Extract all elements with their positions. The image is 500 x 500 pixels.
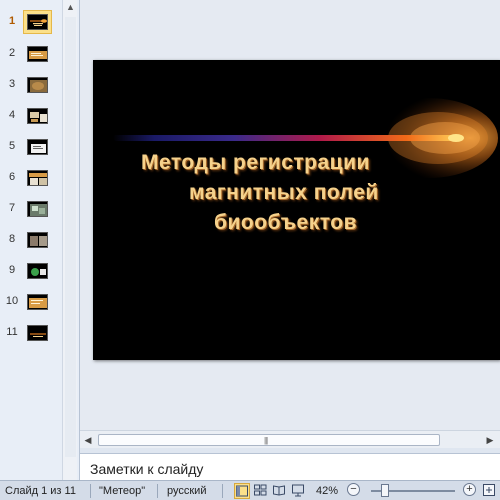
- thumbnail-image: [27, 108, 48, 124]
- zoom-slider[interactable]: [363, 483, 463, 499]
- thumbnail-number: 4: [8, 109, 16, 121]
- theme-name[interactable]: "Метеор": [99, 485, 145, 497]
- thumbnail-slide-6[interactable]: 6: [0, 164, 62, 192]
- title-line-3: биообъектов: [214, 211, 357, 234]
- zoom-handle[interactable]: [381, 484, 389, 497]
- thumbnail-image: [27, 170, 48, 186]
- slide-sorter-icon: [254, 484, 267, 496]
- thumbnail-number: 6: [8, 171, 16, 183]
- notes-pane[interactable]: Заметки к слайду: [80, 453, 500, 480]
- slide-title[interactable]: Методы регистрации магнитных полей биооб…: [131, 148, 451, 238]
- thumbnail-frame: [23, 259, 52, 283]
- zoom-out-button[interactable]: −: [347, 483, 360, 496]
- thumbnail-number: 3: [8, 78, 16, 90]
- thumbnail-slide-4[interactable]: 4: [0, 102, 62, 130]
- thumbnail-number: 10: [5, 295, 19, 307]
- thumbnail-number: 2: [8, 47, 16, 59]
- thumbnail-scrollbar[interactable]: ▲: [62, 0, 77, 480]
- thumbnail-image: [27, 201, 48, 217]
- title-line-2: магнитных полей: [189, 181, 379, 204]
- slide-thumbnail-pane: 1 2 3 4 5 6 7 8 9 10 11 ▲: [0, 0, 80, 480]
- thumbnail-frame: [23, 166, 52, 190]
- thumbnail-number: 1: [8, 15, 16, 27]
- thumbnail-image: [27, 263, 48, 279]
- thumbnail-slide-3[interactable]: 3: [0, 71, 62, 99]
- thumbnail-frame: [23, 10, 52, 34]
- thumbnail-number: 8: [8, 233, 16, 245]
- slideshow-button[interactable]: [291, 483, 307, 499]
- thumbnail-slide-7[interactable]: 7: [0, 195, 62, 223]
- slide-editor: Методы регистрации магнитных полей биооб…: [80, 0, 500, 430]
- scrollbar-thumb[interactable]: |||: [98, 434, 440, 446]
- scroll-left-icon[interactable]: ◀: [82, 434, 94, 446]
- thumbnail-number: 7: [8, 202, 16, 214]
- thumbnail-list: 1 2 3 4 5 6 7 8 9 10 11: [0, 0, 62, 480]
- zoom-level[interactable]: 42%: [316, 485, 338, 497]
- title-line-1: Методы регистрации: [141, 151, 370, 174]
- status-divider: [222, 484, 223, 498]
- thumbnail-slide-8[interactable]: 8: [0, 226, 62, 254]
- thumbnail-frame: [23, 228, 52, 252]
- thumbnail-slide-10[interactable]: 10: [0, 288, 62, 316]
- thumbnail-frame: [23, 290, 52, 314]
- reading-view-icon: [273, 485, 285, 496]
- thumbnail-image: [27, 139, 48, 155]
- thumbnail-frame: [23, 135, 52, 159]
- thumbnail-frame: [23, 104, 52, 128]
- normal-view-button[interactable]: [234, 483, 250, 499]
- thumbnail-slide-9[interactable]: 9: [0, 257, 62, 285]
- slideshow-icon: [292, 484, 304, 497]
- thumbnail-frame: [23, 42, 52, 66]
- status-divider: [157, 484, 158, 498]
- scrollbar-track[interactable]: [65, 17, 76, 457]
- slide-counter: Слайд 1 из 11: [5, 485, 76, 497]
- thumbnail-image: [27, 232, 48, 248]
- horizontal-scrollbar[interactable]: ◀ ||| ▶: [80, 430, 500, 448]
- scroll-up-icon[interactable]: ▲: [63, 0, 78, 15]
- thumbnail-frame: [23, 73, 52, 97]
- slide-canvas[interactable]: Методы регистрации магнитных полей биооб…: [93, 60, 500, 360]
- slide-sorter-button[interactable]: [253, 483, 269, 499]
- reading-view-button[interactable]: [272, 483, 288, 499]
- language-indicator[interactable]: русский: [167, 485, 206, 497]
- thumbnail-frame: [23, 321, 52, 345]
- notes-placeholder[interactable]: Заметки к слайду: [90, 461, 203, 477]
- thumbnail-number: 5: [8, 140, 16, 152]
- thumbnail-slide-1[interactable]: 1: [0, 8, 62, 36]
- fit-to-window-icon: [483, 484, 495, 496]
- zoom-in-button[interactable]: +: [463, 483, 476, 496]
- fit-to-window-button[interactable]: [482, 483, 498, 499]
- thumbnail-image: [27, 14, 48, 30]
- thumbnail-number: 9: [8, 264, 16, 276]
- thumbnail-frame: [23, 197, 52, 221]
- thumbnail-slide-5[interactable]: 5: [0, 133, 62, 161]
- thumbnail-number: 11: [6, 326, 18, 338]
- thumbnail-image: [27, 325, 48, 341]
- thumbnail-image: [27, 294, 48, 310]
- status-divider: [90, 484, 91, 498]
- scroll-right-icon[interactable]: ▶: [484, 434, 496, 446]
- normal-view-icon: [236, 485, 248, 497]
- thumbnail-image: [27, 77, 48, 93]
- thumbnail-slide-11[interactable]: 11: [0, 319, 62, 347]
- thumbnail-slide-2[interactable]: 2: [0, 40, 62, 68]
- status-bar: Слайд 1 из 11 "Метеор" русский 42% − +: [0, 480, 500, 500]
- grip-icon: |||: [264, 436, 268, 445]
- thumbnail-image: [27, 46, 48, 62]
